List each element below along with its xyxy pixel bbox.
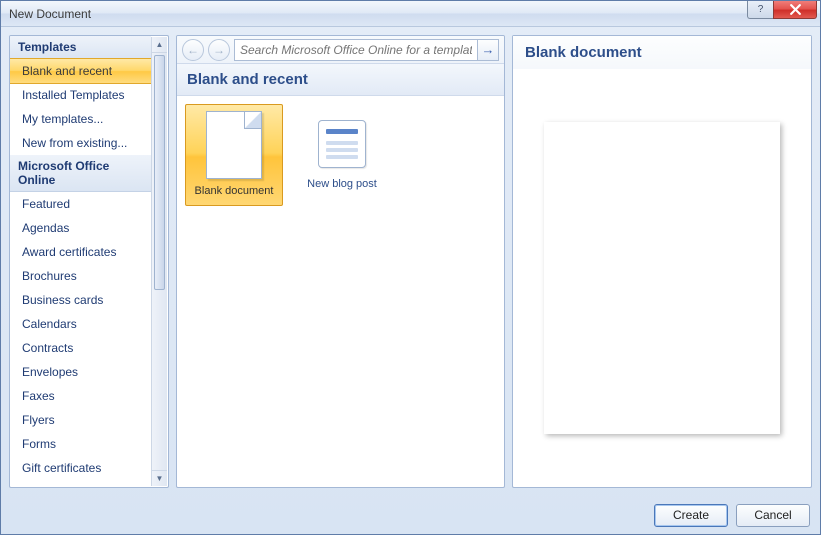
sidebar-item-greeting-cards[interactable]: Greeting cards	[10, 480, 151, 487]
nav-back-button[interactable]: ←	[182, 39, 204, 61]
sidebar-item-featured[interactable]: Featured	[10, 192, 151, 216]
arrow-left-icon: ←	[187, 43, 199, 57]
sidebar-item-new-from-existing[interactable]: New from existing...	[10, 131, 151, 155]
close-icon	[789, 4, 802, 15]
sidebar-item-calendars[interactable]: Calendars	[10, 312, 151, 336]
sidebar-item-my-templates[interactable]: My templates...	[10, 107, 151, 131]
titlebar: New Document ?	[1, 1, 820, 27]
template-tile-new-blog-post[interactable]: New blog post	[293, 104, 391, 198]
preview-page-icon	[544, 122, 780, 434]
nav-forward-button[interactable]: →	[208, 39, 230, 61]
sidebar-item-gift-certificates[interactable]: Gift certificates	[10, 456, 151, 480]
sidebar-header-office-online: Microsoft Office Online	[10, 155, 151, 192]
gallery-body: Blank document New blog post	[177, 96, 504, 487]
arrow-right-icon: →	[213, 43, 225, 57]
sidebar-item-brochures[interactable]: Brochures	[10, 264, 151, 288]
sidebar-item-envelopes[interactable]: Envelopes	[10, 360, 151, 384]
template-tile-label: Blank document	[195, 185, 274, 197]
dialog-body: Templates Blank and recent Installed Tem…	[1, 27, 820, 496]
create-button[interactable]: Create	[654, 504, 728, 527]
preview-body	[513, 69, 811, 487]
cancel-button[interactable]: Cancel	[736, 504, 810, 527]
help-button[interactable]: ?	[747, 1, 773, 19]
gallery-section-title: Blank and recent	[177, 64, 504, 96]
new-document-dialog: New Document ? Templates Blank and recen…	[0, 0, 821, 535]
dialog-footer: Create Cancel	[1, 496, 820, 534]
sidebar-item-installed-templates[interactable]: Installed Templates	[10, 83, 151, 107]
search-go-button[interactable]: →	[477, 39, 499, 61]
window-buttons: ?	[747, 1, 817, 19]
template-tile-blank-document[interactable]: Blank document	[185, 104, 283, 206]
templates-gallery: ← → → Blank and recent Bla	[176, 35, 505, 488]
preview-panel: Blank document	[512, 35, 812, 488]
arrow-right-icon: →	[482, 42, 495, 57]
sidebar-item-flyers[interactable]: Flyers	[10, 408, 151, 432]
search-wrap: →	[234, 39, 499, 61]
scroll-down-icon[interactable]: ▼	[152, 470, 167, 486]
sidebar-item-forms[interactable]: Forms	[10, 432, 151, 456]
sidebar-item-agendas[interactable]: Agendas	[10, 216, 151, 240]
sidebar-item-blank-and-recent[interactable]: Blank and recent	[10, 58, 151, 84]
blank-document-icon	[206, 111, 262, 179]
blog-post-icon	[318, 120, 366, 168]
sidebar-item-business-cards[interactable]: Business cards	[10, 288, 151, 312]
sidebar-item-award-certificates[interactable]: Award certificates	[10, 240, 151, 264]
window-title: New Document	[9, 7, 91, 21]
search-input[interactable]	[234, 39, 477, 61]
sidebar-item-contracts[interactable]: Contracts	[10, 336, 151, 360]
sidebar-scrollbar[interactable]: ▲ ▼	[151, 37, 167, 486]
sidebar-item-faxes[interactable]: Faxes	[10, 384, 151, 408]
templates-sidebar: Templates Blank and recent Installed Tem…	[9, 35, 169, 488]
close-button[interactable]	[773, 1, 817, 19]
gallery-toolbar: ← → →	[177, 36, 504, 64]
scroll-up-icon[interactable]: ▲	[152, 37, 167, 53]
scrollbar-thumb[interactable]	[154, 55, 165, 290]
template-tile-label: New blog post	[307, 178, 377, 190]
preview-title: Blank document	[513, 36, 811, 69]
help-icon: ?	[758, 4, 764, 15]
sidebar-header-templates: Templates	[10, 36, 151, 59]
